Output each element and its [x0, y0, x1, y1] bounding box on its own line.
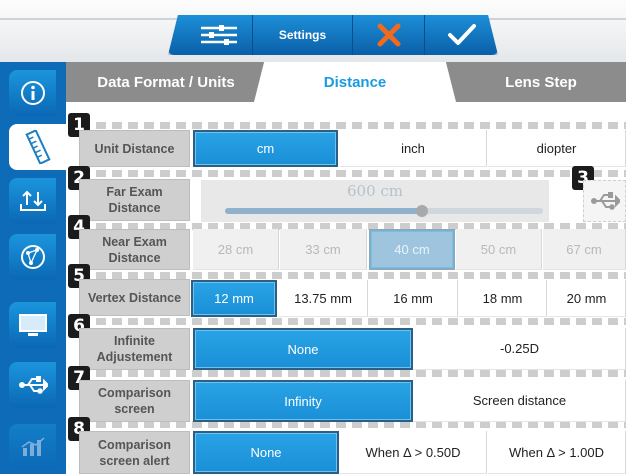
sidebar-item-display[interactable] — [9, 302, 56, 348]
sidebar-item-import-export[interactable] — [9, 178, 56, 224]
top-bar: Settings — [0, 0, 626, 62]
vertex-option-16mm[interactable]: 16 mm — [369, 280, 458, 317]
tab-data-format-units[interactable]: Data Format / Units — [66, 62, 266, 102]
near-option-33cm[interactable]: 33 cm — [280, 229, 367, 270]
check-icon — [447, 24, 476, 45]
row-separator — [80, 170, 626, 177]
globe-network-icon — [20, 245, 45, 269]
vertex-option-12mm[interactable]: 12 mm — [191, 280, 277, 317]
vertex-option-13-75mm[interactable]: 13.75 mm — [279, 280, 368, 317]
comparison-alert-label: Comparison screen alert — [79, 431, 190, 474]
tab-lens-step[interactable]: Lens Step — [456, 62, 626, 102]
unit-option-cm[interactable]: cm — [193, 130, 338, 167]
far-exam-distance-value: 600 cm — [346, 182, 404, 200]
row-separator — [80, 421, 626, 428]
row-separator — [80, 272, 626, 279]
near-option-40cm[interactable]: 40 cm — [369, 229, 455, 270]
comparison-screen-label: Comparison screen — [79, 380, 190, 422]
alert-option-050d[interactable]: When Δ > 0.50D — [340, 431, 487, 474]
sidebar-item-usb[interactable] — [9, 362, 56, 408]
far-exam-distance-slider[interactable]: 600 cm — [201, 180, 549, 222]
sidebar-item-distance[interactable] — [9, 124, 66, 170]
vertex-option-18mm[interactable]: 18 mm — [459, 280, 547, 317]
left-sidebar — [0, 62, 66, 474]
near-option-67cm[interactable]: 67 cm — [543, 229, 626, 270]
slider-fill — [225, 208, 423, 214]
slider-track — [225, 205, 543, 217]
sliders-icon — [201, 25, 237, 45]
monitor-icon — [18, 314, 47, 336]
infinite-adjustment-label: Infinite Adjustement — [79, 328, 190, 370]
info-icon — [20, 81, 45, 105]
far-exam-usb-button[interactable] — [583, 180, 626, 222]
confirm-button[interactable] — [425, 15, 498, 55]
near-exam-distance-label: Near Exam Distance — [79, 229, 190, 270]
comparison-option-infinity[interactable]: Infinity — [193, 380, 413, 422]
far-exam-distance-label: Far Exam Distance — [79, 179, 190, 221]
slider-thumb[interactable] — [416, 205, 429, 217]
settings-toolbar: Settings — [168, 15, 498, 55]
infinite-option-none[interactable]: None — [193, 328, 413, 370]
alert-option-none[interactable]: None — [193, 431, 339, 474]
vertex-distance-label: Vertex Distance — [79, 279, 190, 316]
usb-icon — [18, 376, 48, 394]
close-icon — [377, 23, 400, 47]
near-option-50cm[interactable]: 50 cm — [456, 229, 542, 270]
sidebar-item-network[interactable] — [9, 234, 56, 280]
comparison-option-screen-distance[interactable]: Screen distance — [414, 380, 626, 422]
row-separator — [80, 318, 626, 325]
import-export-icon — [19, 190, 46, 211]
settings-tab-bar: Data Format / Units Distance Lens Step — [66, 62, 626, 102]
chart-icon — [21, 437, 44, 456]
infinite-option-minus-025d[interactable]: -0.25D — [414, 328, 626, 370]
vertex-option-20mm[interactable]: 20 mm — [548, 280, 626, 317]
toolbar-title: Settings — [253, 15, 353, 55]
cancel-button[interactable] — [353, 15, 425, 55]
near-option-28cm[interactable]: 28 cm — [193, 229, 279, 270]
ruler-icon — [24, 130, 51, 164]
row-separator — [80, 370, 626, 377]
usb-icon — [590, 192, 620, 210]
unit-option-inch[interactable]: inch — [340, 130, 487, 167]
row-separator — [80, 122, 626, 129]
sidebar-item-statistics[interactable] — [9, 424, 56, 470]
sidebar-item-info[interactable] — [9, 70, 56, 116]
alert-option-100d[interactable]: When Δ > 1.00D — [488, 431, 626, 474]
unit-option-diopter[interactable]: diopter — [488, 130, 626, 167]
tab-distance[interactable]: Distance — [254, 62, 456, 102]
sliders-button[interactable] — [168, 15, 253, 55]
unit-distance-label: Unit Distance — [79, 130, 190, 167]
